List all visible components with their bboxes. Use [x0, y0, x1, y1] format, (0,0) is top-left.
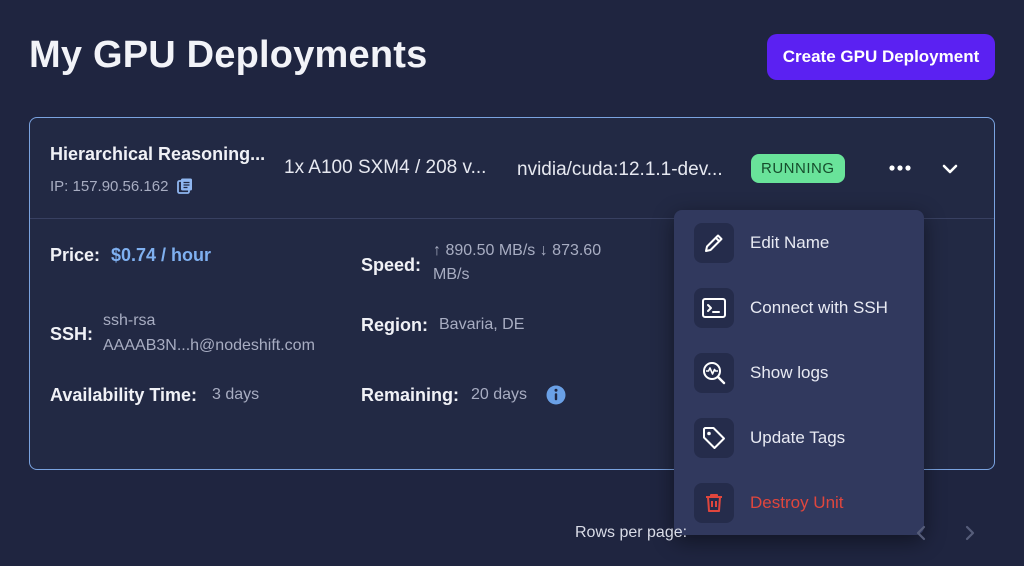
menu-item-edit-name[interactable]: Edit Name: [694, 221, 914, 265]
ip-address: IP: 157.90.56.162: [50, 177, 169, 195]
info-icon[interactable]: [545, 384, 567, 406]
deployment-card-header[interactable]: Hierarchical Reasoning... IP: 157.90.56.…: [30, 118, 994, 219]
create-gpu-deployment-button[interactable]: Create GPU Deployment: [767, 34, 995, 80]
menu-item-label: Edit Name: [750, 233, 830, 252]
log-search-icon: [694, 353, 734, 393]
gpu-spec: 1x A100 SXM4 / 208 v...: [284, 157, 487, 178]
availability-time-label: Availability Time:: [50, 385, 198, 405]
price-label: Price:: [50, 245, 101, 265]
remaining-label: Remaining:: [361, 385, 460, 405]
remaining-value: 20 days: [471, 386, 528, 403]
ssh-label: SSH:: [50, 324, 94, 344]
container-image: nvidia/cuda:12.1.1-dev...: [517, 159, 723, 180]
more-options-icon[interactable]: [887, 158, 913, 178]
menu-item-label: Update Tags: [750, 428, 846, 447]
menu-item-destroy-unit[interactable]: Destroy Unit: [694, 481, 914, 525]
ip-row: IP: 157.90.56.162: [50, 177, 194, 195]
price-value: $0.74 / hour: [111, 245, 212, 265]
copy-icon[interactable]: [176, 177, 194, 195]
menu-item-show-logs[interactable]: Show logs: [694, 351, 914, 395]
availability-time-value: 3 days: [212, 386, 260, 403]
menu-item-label: Destroy Unit: [750, 493, 844, 512]
menu-item-label: Connect with SSH: [750, 298, 888, 317]
tag-icon: [694, 418, 734, 458]
status-badge: RUNNING: [751, 154, 845, 183]
speed-value-line1: ↑ 890.50 MB/s ↓ 873.60: [433, 242, 602, 259]
actions-menu: Edit Name Connect with SSH Show logs Upd…: [674, 210, 924, 535]
ssh-value-line1: ssh-rsa: [103, 312, 156, 329]
speed-label: Speed:: [361, 255, 422, 275]
deployment-name: Hierarchical Reasoning...: [50, 144, 266, 164]
trash-icon: [694, 483, 734, 523]
chevron-down-icon[interactable]: [938, 158, 962, 180]
speed-value-line2: MB/s: [433, 266, 470, 283]
previous-page-icon[interactable]: [912, 523, 930, 543]
page-title: My GPU Deployments: [29, 34, 428, 76]
menu-item-connect-ssh[interactable]: Connect with SSH: [694, 286, 914, 330]
ssh-value-line2: AAAAB3N...h@nodeshift.com: [103, 337, 315, 354]
pencil-icon: [694, 223, 734, 263]
next-page-icon[interactable]: [961, 523, 979, 543]
terminal-icon: [694, 288, 734, 328]
menu-item-label: Show logs: [750, 363, 829, 382]
region-value: Bavaria, DE: [439, 316, 525, 333]
region-label: Region:: [361, 315, 428, 335]
rows-per-page-label: Rows per page:: [575, 524, 688, 541]
menu-item-update-tags[interactable]: Update Tags: [694, 416, 914, 460]
